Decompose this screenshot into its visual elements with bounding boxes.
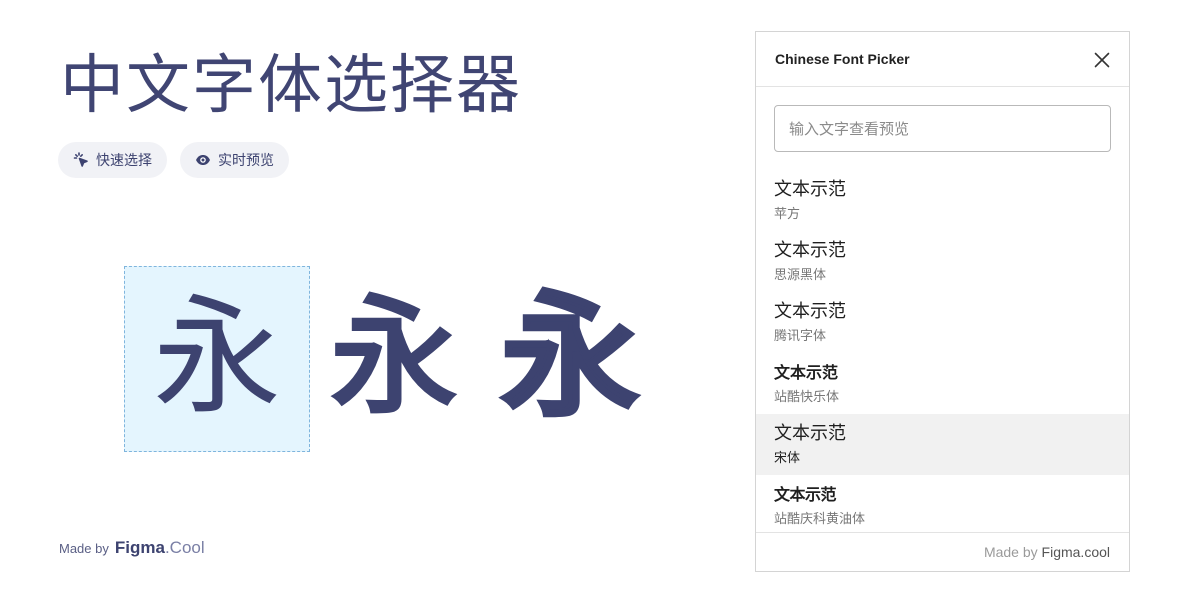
font-item-pingfang[interactable]: 文本示范 苹方: [756, 170, 1129, 231]
font-sample: 文本示范: [774, 301, 846, 322]
font-item-zcool-qingke[interactable]: 文本示范 站酷庆科黄油体: [756, 475, 1129, 534]
page-title: 中文字体选择器: [60, 49, 522, 123]
preview-text-input[interactable]: [774, 105, 1111, 152]
font-item-source-han-sans[interactable]: 文本示范 思源黑体: [756, 231, 1129, 292]
made-by-tld: .Cool: [164, 538, 205, 557]
font-sample: 文本示范: [774, 240, 846, 261]
footer-prefix: Made by: [983, 544, 1038, 560]
font-name: 思源黑体: [774, 268, 827, 283]
cursor-click-icon: [73, 152, 89, 168]
font-sample: 文本示范: [774, 363, 839, 382]
glyph-preview-bold: 永: [329, 283, 458, 432]
footer-credit[interactable]: Made by Figma.cool: [984, 544, 1110, 560]
font-sample: 文本示范: [774, 423, 846, 444]
font-picker-panel: Chinese Font Picker 文本示范 苹方 文本示范 思源黑体 文本…: [755, 31, 1130, 572]
font-item-songti[interactable]: 文本示范 宋体: [756, 414, 1129, 475]
font-name: 站酷庆科黄油体: [774, 512, 866, 527]
font-list: 文本示范 苹方 文本示范 思源黑体 文本示范 腾讯字体 文本示范 站酷快乐体 文…: [756, 170, 1129, 534]
close-button[interactable]: [1092, 50, 1112, 70]
panel-title: Chinese Font Picker: [775, 51, 910, 67]
made-by-brand: Figma: [114, 538, 165, 557]
font-sample: 文本示范: [774, 179, 846, 200]
panel-footer: Made by Figma.cool: [756, 532, 1129, 571]
made-by-prefix: Made by: [59, 541, 109, 556]
font-name: 腾讯字体: [774, 329, 827, 344]
font-item-zcool-happy[interactable]: 文本示范 站酷快乐体: [756, 353, 1129, 414]
close-icon: [1092, 50, 1112, 70]
live-preview-chip[interactable]: 实时预览: [180, 142, 289, 178]
font-name: 宋体: [774, 451, 801, 466]
font-name: 苹方: [774, 207, 801, 222]
glyph-preview-heavy: 永: [499, 278, 640, 438]
made-by-credit[interactable]: Made by Figma .Cool: [59, 538, 205, 558]
footer-brand: Figma.cool: [1041, 544, 1110, 560]
quick-select-chip[interactable]: 快速选择: [58, 142, 167, 178]
font-item-tencent[interactable]: 文本示范 腾讯字体: [756, 292, 1129, 353]
panel-header: Chinese Font Picker: [756, 32, 1129, 87]
quick-select-label: 快速选择: [96, 153, 152, 169]
eye-icon: [195, 152, 211, 168]
font-name: 站酷快乐体: [774, 390, 840, 405]
font-sample: 文本示范: [774, 485, 837, 504]
live-preview-label: 实时预览: [218, 153, 274, 169]
glyph-preview-regular: 永: [152, 283, 281, 432]
